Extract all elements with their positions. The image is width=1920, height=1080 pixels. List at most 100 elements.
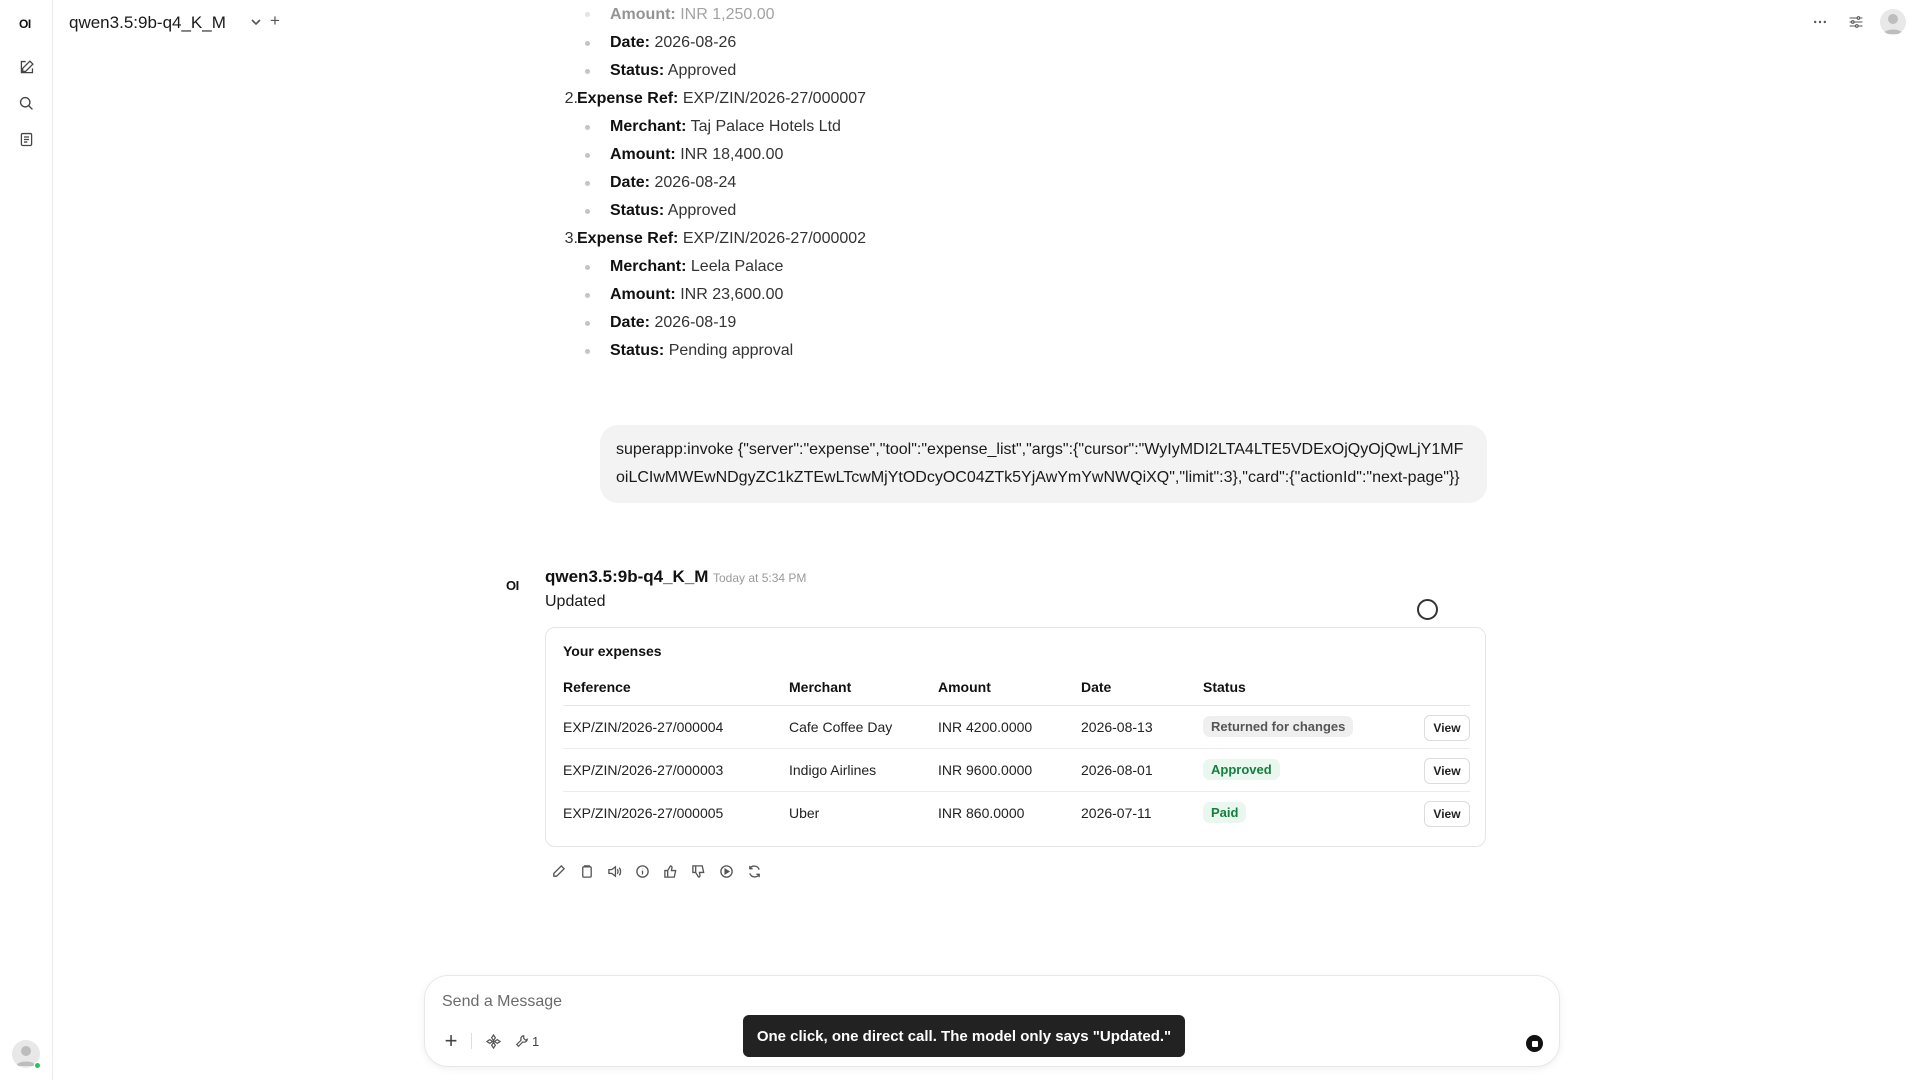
expense-date: Date: 2026-08-24 [610, 169, 736, 197]
column-header: Merchant [789, 679, 852, 695]
table-row: EXP/ZIN/2026-27/000003 Indigo Airlines I… [563, 749, 1470, 792]
assistant-message-text: Updated [545, 593, 606, 610]
tools-button[interactable]: 1 [515, 1031, 539, 1051]
copy-icon[interactable] [577, 862, 595, 880]
expense-merchant: Merchant: Leela Palace [610, 253, 783, 281]
field-label: Amount: [610, 286, 676, 303]
list-number: 3. [564, 230, 578, 247]
table-row: EXP/ZIN/2026-27/000005 Uber INR 860.0000… [563, 792, 1470, 835]
app-logo[interactable]: OI [19, 17, 31, 31]
user-message-bubble: superapp:invoke {"server":"expense","too… [600, 425, 1487, 503]
read-aloud-icon[interactable] [605, 862, 623, 880]
cell-merchant: Uber [789, 805, 820, 821]
column-header: Reference [563, 679, 631, 695]
tools-count: 1 [532, 1033, 540, 1049]
field-value: INR 1,250.00 [680, 6, 775, 23]
notes-icon[interactable] [15, 128, 37, 150]
add-attachment-button[interactable]: + [440, 1028, 462, 1053]
column-header: Amount [938, 679, 991, 695]
bullet [585, 12, 590, 17]
thumbs-down-icon[interactable] [689, 862, 707, 880]
field-label: Status: [610, 62, 665, 79]
search-icon[interactable] [15, 92, 37, 114]
expense-table: Reference Merchant Amount Date Status EX… [563, 668, 1470, 835]
expense-amount: Amount: INR 1,250.00 [610, 1, 775, 29]
field-value: 2026-08-24 [654, 174, 737, 191]
message-timestamp: Today at 5:34 PM [713, 571, 807, 585]
sidebar-rail: OI [0, 0, 53, 1080]
expense-amount: Amount: INR 23,600.00 [610, 281, 783, 309]
cell-date: 2026-07-11 [1081, 805, 1152, 821]
edit-icon[interactable] [549, 862, 567, 880]
field-label: Merchant: [610, 118, 687, 135]
bullet [585, 69, 590, 74]
field-label: Amount: [610, 146, 676, 163]
cell-reference: EXP/ZIN/2026-27/000004 [563, 719, 724, 735]
status-badge: Returned for changes [1203, 716, 1354, 737]
column-header: Status [1203, 679, 1246, 695]
bullet [585, 265, 590, 270]
status-badge: Approved [1203, 759, 1280, 780]
controls-sliders-icon[interactable] [1844, 10, 1868, 34]
bullet [585, 349, 590, 354]
expense-ref: Expense Ref: EXP/ZIN/2026-27/000007 [577, 85, 866, 113]
view-button[interactable]: View [1424, 801, 1470, 827]
model-selector[interactable]: qwen3.5:9b-q4_K_M [69, 13, 226, 33]
top-right-controls [1808, 9, 1906, 35]
toast-notification: One click, one direct call. The model on… [743, 1015, 1185, 1057]
assistant-markdown-list: Amount: INR 1,250.00 Date: 2026-08-26 St… [550, 0, 1490, 380]
assistant-avatar: OI [506, 578, 519, 593]
field-value: INR 23,600.00 [680, 286, 784, 303]
field-value: EXP/ZIN/2026-27/000007 [682, 90, 867, 107]
cell-amount: INR 9600.0000 [938, 762, 1033, 778]
more-options-icon[interactable] [1808, 10, 1832, 34]
regenerate-icon[interactable] [745, 862, 763, 880]
view-button[interactable]: View [1424, 715, 1470, 741]
expense-status: Status: Approved [610, 197, 736, 225]
field-label: Merchant: [610, 258, 687, 275]
profile-avatar[interactable] [1880, 9, 1906, 35]
field-value: Leela Palace [690, 258, 784, 275]
expense-date: Date: 2026-08-19 [610, 309, 736, 337]
divider [471, 1033, 472, 1049]
field-label: Status: [610, 342, 665, 359]
field-value: Approved [667, 62, 737, 79]
cell-date: 2026-08-01 [1081, 762, 1153, 778]
field-value: Pending approval [668, 342, 794, 359]
column-header: Date [1081, 679, 1112, 695]
list-number: 2. [564, 90, 578, 107]
info-icon[interactable] [633, 862, 651, 880]
expense-merchant: Merchant: Taj Palace Hotels Ltd [610, 113, 841, 141]
field-value: Approved [667, 202, 737, 219]
table-row: EXP/ZIN/2026-27/000004 Cafe Coffee Day I… [563, 706, 1470, 749]
status-badge: Paid [1203, 802, 1247, 823]
expense-status: Status: Pending approval [610, 337, 793, 365]
view-button[interactable]: View [1424, 758, 1470, 784]
field-value: EXP/ZIN/2026-27/000002 [682, 230, 867, 247]
bullet [585, 321, 590, 326]
message-input[interactable] [442, 990, 1442, 1014]
add-model-button[interactable]: + [270, 11, 280, 31]
chevron-down-icon[interactable] [249, 15, 263, 29]
online-status-dot [34, 1062, 41, 1069]
cell-reference: EXP/ZIN/2026-27/000003 [563, 762, 724, 778]
cell-amount: INR 4200.0000 [938, 719, 1033, 735]
field-label: Date: [610, 174, 651, 191]
field-value: INR 18,400.00 [680, 146, 784, 163]
field-label: Date: [610, 314, 651, 331]
new-chat-icon[interactable] [15, 56, 37, 78]
cell-merchant: Indigo Airlines [789, 762, 877, 778]
stop-generation-button[interactable] [1526, 1035, 1543, 1052]
integrations-icon[interactable] [483, 1031, 503, 1051]
continue-icon[interactable] [717, 862, 735, 880]
expense-card: Your expenses Reference Merchant Amount … [545, 627, 1486, 847]
expense-status: Status: Approved [610, 57, 736, 85]
field-value: 2026-08-26 [654, 34, 737, 51]
field-value: Taj Palace Hotels Ltd [690, 118, 841, 135]
cell-reference: EXP/ZIN/2026-27/000005 [563, 805, 724, 821]
bullet [585, 181, 590, 186]
bullet [585, 41, 590, 46]
thumbs-up-icon[interactable] [661, 862, 679, 880]
stop-icon [1531, 1040, 1538, 1047]
field-label: Status: [610, 202, 665, 219]
